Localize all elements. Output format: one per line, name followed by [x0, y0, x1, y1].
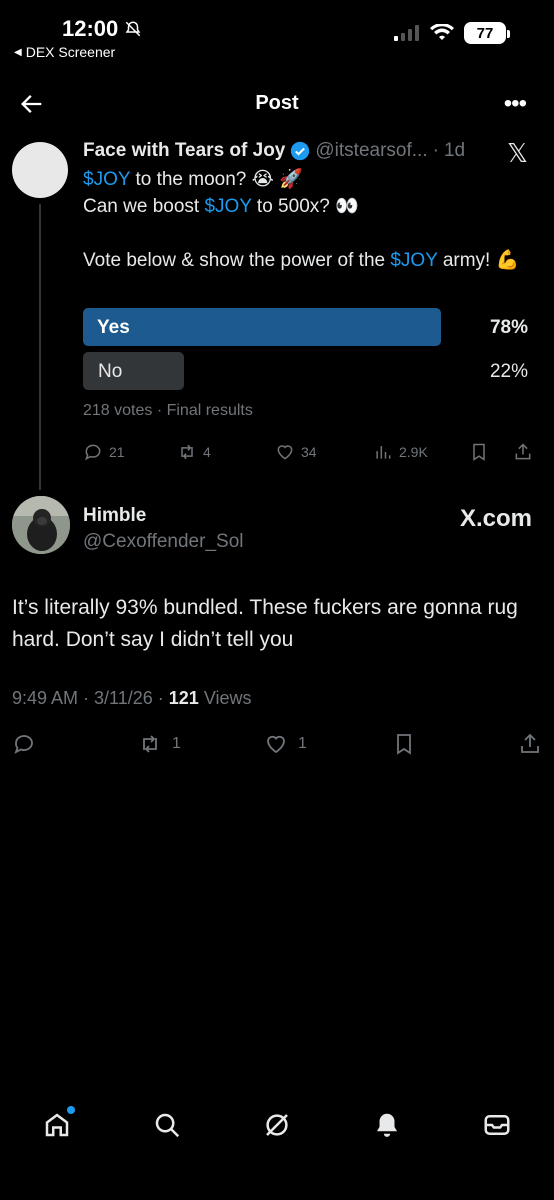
tweet-time: 1d: [443, 140, 466, 161]
back-triangle-icon: ◀: [14, 46, 22, 58]
tweet-line-3: Vote below & show the power of the $JOY …: [83, 250, 520, 271]
tweet-line-2: Can we boost $JOY to 500x? 👀: [83, 196, 359, 217]
poll-meta: 218 votes · Final results: [83, 402, 253, 419]
bookmark-button[interactable]: [469, 442, 489, 462]
reply-bookmark-button[interactable]: [392, 732, 416, 756]
page-title: Post: [255, 92, 299, 114]
poll-option-label: Yes: [97, 317, 130, 338]
battery-indicator: 77: [464, 22, 510, 44]
home-icon: [45, 1113, 69, 1137]
views-button[interactable]: 2.9K: [373, 442, 428, 462]
poll-option-percent: 78%: [489, 317, 528, 338]
like-button[interactable]: 34: [275, 442, 317, 462]
cashtag[interactable]: $JOY: [204, 196, 251, 217]
unread-dot: [67, 1106, 75, 1114]
repost-icon: [181, 444, 193, 460]
reply-icon: [84, 444, 101, 461]
reply-icon: [14, 735, 33, 754]
tweet-body: $JOY to the moon? 😭 🚀 Can we boost $JOY …: [83, 166, 533, 274]
verified-badge-icon: [291, 141, 310, 161]
bookmark-icon: [397, 734, 411, 755]
share-button[interactable]: [513, 442, 533, 462]
author-name[interactable]: Face with Tears of Joy: [83, 140, 285, 162]
tab-grok[interactable]: [262, 1110, 292, 1140]
tab-messages[interactable]: [482, 1110, 512, 1140]
reply-body: It’s literally 93% bundled. These fucker…: [12, 596, 518, 651]
reply-share-button[interactable]: [518, 732, 542, 756]
reply-button[interactable]: 21: [83, 442, 125, 462]
status-indicators: 77: [394, 22, 510, 44]
author-avatar[interactable]: 😂: [12, 142, 68, 198]
wifi-icon: [430, 24, 454, 40]
grok-icon: [266, 1114, 288, 1136]
back-to-app-link[interactable]: ◀ DEX Screener: [14, 44, 115, 60]
cashtag[interactable]: $JOY: [83, 169, 130, 190]
bookmark-icon: [473, 443, 485, 461]
back-app-label: DEX Screener: [25, 44, 116, 60]
author-handle[interactable]: @itstearsof...: [315, 140, 427, 162]
reply-author-avatar[interactable]: [12, 496, 70, 554]
silent-bell-icon: [126, 21, 141, 37]
tweet-action-bar: 21 4 34 2.9K: [83, 442, 533, 466]
repost-icon: [143, 735, 157, 753]
reply-author-name[interactable]: Himble: [83, 505, 146, 527]
reply-repost-button[interactable]: 1: [138, 732, 181, 756]
separator-dot: ·: [432, 140, 439, 161]
reply-meta: 9:49 AM · 3/11/26 · 121 Views: [12, 688, 252, 708]
more-options-icon[interactable]: •••: [504, 90, 527, 118]
heart-icon: [277, 445, 293, 460]
reply-action-bar: 1 1: [12, 732, 542, 760]
cellular-signal-icon: [394, 25, 419, 41]
repost-button[interactable]: 4: [177, 442, 211, 462]
reply-comment-button[interactable]: [12, 732, 36, 756]
messages-icon: [484, 1115, 510, 1135]
tab-search[interactable]: [152, 1110, 182, 1140]
xcom-watermark: X.com: [459, 505, 532, 532]
status-time: 12:00: [62, 16, 142, 42]
cashtag[interactable]: $JOY: [390, 250, 437, 271]
tweet-line-1: $JOY to the moon? 😭 🚀: [83, 169, 303, 190]
search-icon: [155, 1113, 180, 1138]
share-icon: [515, 443, 531, 460]
tab-notifications[interactable]: [372, 1110, 402, 1140]
reply-author-handle[interactable]: @Cexoffender_Sol: [83, 531, 243, 553]
bottom-tab-bar: [0, 1100, 554, 1150]
tab-home[interactable]: [42, 1106, 75, 1140]
thread-connector: [39, 204, 41, 490]
reply-like-button[interactable]: 1: [264, 732, 307, 756]
poll-bar-yes: [83, 308, 441, 346]
views-count: 121: [168, 688, 199, 708]
poll-option-percent: 22%: [489, 361, 528, 382]
tweet-author-row: Face with Tears of Joy @itstearsof... · …: [83, 140, 465, 162]
analytics-icon: [376, 446, 391, 459]
poll-option-label: No: [98, 361, 123, 382]
x-logo-icon: 𝕏: [507, 138, 528, 168]
gorilla-avatar-image: [12, 496, 70, 554]
heart-icon: [267, 735, 285, 754]
notifications-icon: [377, 1113, 397, 1137]
share-icon: [521, 733, 539, 753]
